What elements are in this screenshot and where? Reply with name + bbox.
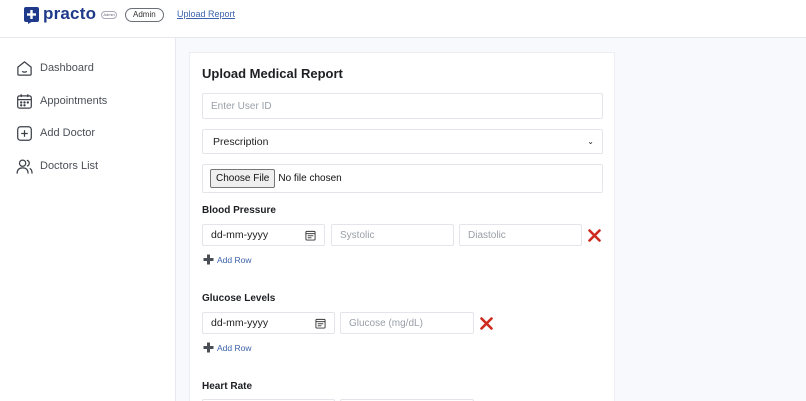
plus-square-icon xyxy=(17,125,32,141)
diastolic-input[interactable] xyxy=(460,225,581,246)
sidebar-item-dashboard[interactable]: Dashboard xyxy=(16,59,94,77)
glucose-input[interactable] xyxy=(341,313,473,334)
file-upload-field[interactable]: Choose File No file chosen xyxy=(202,164,603,193)
bp-add-row-button[interactable]: Add Row xyxy=(203,254,252,265)
page-title: Upload Medical Report xyxy=(202,66,343,81)
remove-row-icon[interactable] xyxy=(480,317,493,330)
glucose-add-row-button[interactable]: Add Row xyxy=(203,342,252,353)
sidebar: Dashboard Appointments Add Doctor Doctor… xyxy=(0,38,176,401)
blood-pressure-label: Blood Pressure xyxy=(202,205,276,216)
bp-date-placeholder: dd-mm-yyyy xyxy=(211,229,269,241)
systolic-field[interactable] xyxy=(331,224,454,246)
top-header: practo Admin Admin Upload Report xyxy=(0,0,806,38)
brand-name: practo xyxy=(43,4,97,23)
user-id-input[interactable] xyxy=(203,94,602,118)
report-type-value: Prescription xyxy=(213,135,269,148)
brand-tag: Admin xyxy=(101,11,117,19)
systolic-input[interactable] xyxy=(332,225,453,246)
home-icon xyxy=(17,60,32,76)
chevron-down-icon: ⌄ xyxy=(587,137,594,146)
report-type-select[interactable]: Prescription ⌄ xyxy=(202,129,603,154)
sidebar-item-label: Appointments xyxy=(40,95,108,107)
users-icon xyxy=(16,158,33,174)
glucose-date-input[interactable]: dd-mm-yyyy xyxy=(202,312,335,334)
glucose-levels-label: Glucose Levels xyxy=(202,293,276,304)
add-row-label: Add Row xyxy=(217,342,252,353)
add-row-label: Add Row xyxy=(217,254,252,265)
sidebar-item-label: Add Doctor xyxy=(40,127,96,139)
upload-report-card: Upload Medical Report Prescription ⌄ Cho… xyxy=(189,52,615,401)
plus-icon xyxy=(203,254,214,265)
calendar-icon xyxy=(17,93,32,109)
sidebar-item-label: Doctors List xyxy=(40,160,99,172)
diastolic-field[interactable] xyxy=(459,224,582,246)
bp-date-input[interactable]: dd-mm-yyyy xyxy=(202,224,325,246)
practo-logo-icon xyxy=(24,7,39,24)
sidebar-item-doctors-list[interactable]: Doctors List xyxy=(16,157,98,175)
file-status: No file chosen xyxy=(278,173,342,184)
choose-file-button[interactable]: Choose File xyxy=(210,169,276,188)
heart-rate-label: Heart Rate xyxy=(202,381,253,392)
sidebar-item-add-doctor[interactable]: Add Doctor xyxy=(16,124,95,142)
plus-icon xyxy=(203,342,214,353)
practo-logo[interactable]: practo Admin xyxy=(22,4,118,25)
glucose-date-placeholder: dd-mm-yyyy xyxy=(211,317,269,329)
calendar-picker-icon[interactable] xyxy=(315,318,326,329)
admin-badge: Admin xyxy=(125,8,164,22)
upload-report-link[interactable]: Upload Report xyxy=(177,9,235,19)
calendar-picker-icon[interactable] xyxy=(305,230,316,241)
user-id-field[interactable] xyxy=(202,93,603,119)
sidebar-item-appointments[interactable]: Appointments xyxy=(16,92,107,110)
remove-row-icon[interactable] xyxy=(588,229,601,242)
sidebar-item-label: Dashboard xyxy=(40,62,94,74)
glucose-field[interactable] xyxy=(340,312,474,334)
